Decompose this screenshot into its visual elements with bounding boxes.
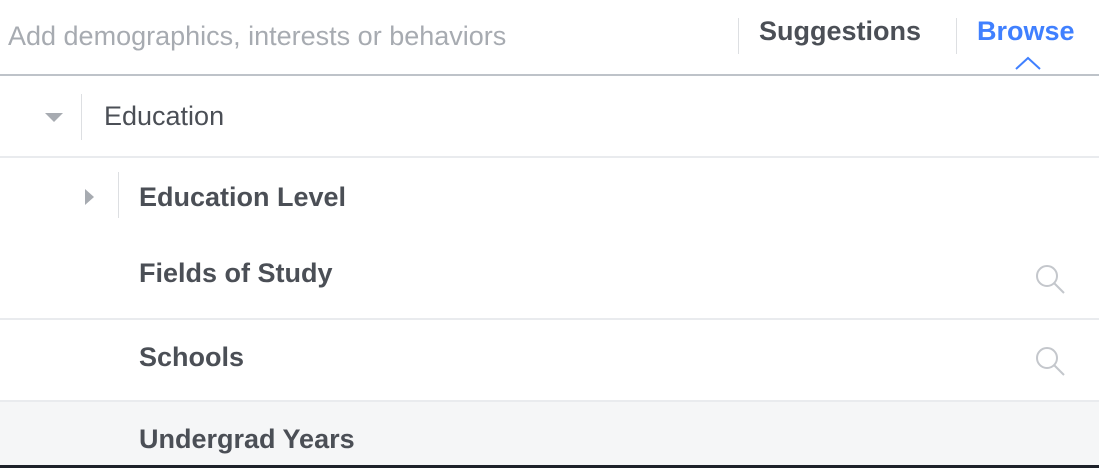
tree-item-education-level[interactable]: Education Level: [0, 158, 1099, 240]
tree-item-label: Education Level: [139, 182, 347, 212]
tab-suggestions[interactable]: Suggestions: [759, 14, 921, 48]
search-input[interactable]: [0, 0, 730, 72]
tree-item-label: Schools: [139, 342, 245, 372]
tab-divider: [738, 18, 739, 54]
chevron-right-icon[interactable]: [85, 189, 94, 205]
tree-category-education[interactable]: Education: [0, 76, 1099, 158]
row-divider: [81, 94, 82, 140]
tree-item-fields-of-study[interactable]: Fields of Study: [0, 238, 1099, 320]
targeting-search-bar: Suggestions Browse: [0, 0, 1099, 76]
tree-item-schools[interactable]: Schools: [0, 320, 1099, 402]
chevron-down-icon[interactable]: [45, 113, 63, 122]
tree-item-label: Fields of Study: [139, 258, 333, 288]
search-icon[interactable]: [1033, 344, 1067, 378]
caret-up-icon: [1015, 56, 1041, 70]
tree-item-label: Undergrad Years: [139, 424, 355, 454]
tree-item-undergrad-years[interactable]: Undergrad Years: [0, 402, 1099, 465]
search-icon[interactable]: [1033, 262, 1067, 296]
tab-divider: [956, 18, 957, 54]
tab-browse[interactable]: Browse: [977, 14, 1075, 48]
category-label: Education: [104, 101, 225, 131]
row-divider: [118, 172, 119, 218]
